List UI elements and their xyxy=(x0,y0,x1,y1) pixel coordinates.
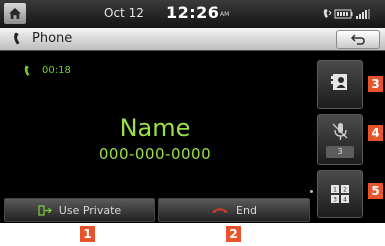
use-private-button[interactable]: Use Private xyxy=(4,198,155,222)
keypad-icon: 1 2 3 4 xyxy=(331,185,349,204)
active-call-icon xyxy=(24,65,30,76)
callout-1: 1 xyxy=(80,226,95,242)
back-arrow-icon xyxy=(351,34,365,45)
caller-name: Name xyxy=(119,114,191,142)
mic-mute-button[interactable]: 3 xyxy=(317,114,363,165)
status-bar: Oct 12 12:26 AM xyxy=(0,0,385,28)
caller-number: 000-000-0000 xyxy=(98,145,212,163)
callout-3: 3 xyxy=(368,76,383,92)
contacts-button[interactable] xyxy=(317,60,363,109)
page-title: Phone xyxy=(32,31,73,46)
end-call-button[interactable]: End xyxy=(158,198,310,222)
title-bar: Phone xyxy=(0,28,385,51)
status-date: Oct 12 xyxy=(104,6,144,20)
mic-volume-value: 3 xyxy=(326,146,354,158)
status-ampm: AM xyxy=(220,11,230,18)
keypad-indicator-dot xyxy=(310,190,313,193)
callout-4: 4 xyxy=(368,125,383,141)
callout-5: 5 xyxy=(368,183,383,199)
svg-text:4: 4 xyxy=(343,197,347,204)
battery-icon xyxy=(334,9,353,19)
svg-text:2: 2 xyxy=(343,187,347,194)
callout-2: 2 xyxy=(226,226,241,242)
use-private-label: Use Private xyxy=(58,203,122,217)
head-unit-screen: Oct 12 12:26 AM Phone 00:18 Name 000-000… xyxy=(0,0,385,223)
status-time: 12:26 xyxy=(166,3,220,22)
bluetooth-phone-icon xyxy=(323,9,332,18)
status-icons xyxy=(323,9,370,19)
end-call-label: End xyxy=(236,203,257,217)
keypad-button[interactable]: 1 2 3 4 xyxy=(317,170,363,218)
signal-icon xyxy=(356,9,370,19)
home-button[interactable] xyxy=(4,3,26,24)
home-icon xyxy=(9,8,21,19)
end-call-icon xyxy=(212,208,229,214)
contacts-icon xyxy=(331,74,347,90)
back-button[interactable] xyxy=(336,30,380,49)
svg-text:1: 1 xyxy=(333,187,337,194)
mic-mute-icon xyxy=(332,123,348,140)
svg-text:3: 3 xyxy=(333,197,337,204)
handset-private-icon xyxy=(38,204,52,216)
phone-icon xyxy=(14,32,20,45)
call-timer: 00:18 xyxy=(42,65,71,76)
